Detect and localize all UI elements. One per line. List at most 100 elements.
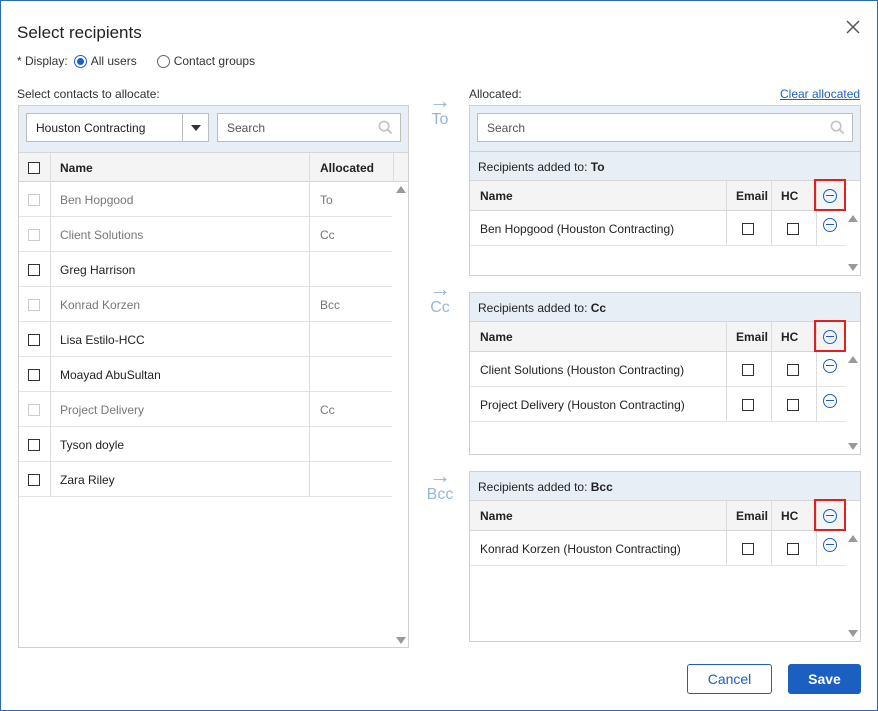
column-header-name[interactable]: Name [480,181,513,210]
table-row[interactable]: Tyson doyle [19,427,392,462]
column-header-name[interactable]: Name [480,322,513,351]
contacts-search-input[interactable]: Search [217,113,401,142]
allocated-toolbar: Search [469,105,861,151]
table-row: Ben Hopgood To [19,182,392,217]
radio-all-users[interactable] [73,54,87,68]
allocated-value: Cc [320,227,335,242]
arrow-right-icon: → [429,276,451,301]
contact-name: Moayad AbuSultan [60,367,161,382]
contact-name: Konrad Korzen [60,297,141,312]
column-header-allocated[interactable]: Allocated [320,153,374,182]
contacts-grid-header: Name Allocated [19,152,408,182]
arrow-right-icon: → [429,463,451,488]
column-header-email[interactable]: Email [736,501,768,530]
hc-checkbox[interactable] [787,542,799,555]
select-recipients-dialog: Select recipients * Display: All users C… [0,0,878,711]
column-header-hc[interactable]: HC [781,501,798,530]
hc-checkbox[interactable] [787,222,799,235]
section-type: To [590,160,605,174]
scroll-down-arrow-icon[interactable] [848,443,858,450]
table-row: Konrad Korzen Bcc [19,287,392,322]
table-row[interactable]: Lisa Estilo-HCC [19,322,392,357]
column-header-name[interactable]: Name [60,153,93,182]
column-header-email[interactable]: Email [736,322,768,351]
section-prefix: Recipients added to: [478,160,588,174]
recipients-to-section: Recipients added to: To Name Email HC Ben Ho… [469,151,861,276]
column-header-email[interactable]: Email [736,181,768,210]
table-row[interactable]: Moayad AbuSultan [19,357,392,392]
section-column-header: Name Email HC [470,499,846,531]
row-checkbox [28,193,40,206]
arrow-right-icon: → [429,88,451,113]
row-checkbox[interactable] [28,333,40,346]
company-select-value: Houston Contracting [36,121,146,135]
recipient-row: Client Solutions (Houston Contracting) [470,352,846,387]
row-checkbox[interactable] [28,263,40,276]
scroll-down-arrow-icon[interactable] [848,630,858,637]
section-column-header: Name Email HC [470,179,846,211]
hc-checkbox[interactable] [787,363,799,376]
row-checkbox[interactable] [28,368,40,381]
row-checkbox [28,298,40,311]
move-to-bcc-label: Bcc [426,486,454,503]
scroll-up-arrow-icon[interactable] [848,356,858,363]
remove-recipient-icon[interactable] [823,393,837,408]
move-to-bcc[interactable]: → Bcc [421,463,459,504]
email-checkbox[interactable] [742,363,754,376]
select-all-checkbox[interactable] [28,161,40,174]
scroll-up-arrow-icon[interactable] [848,215,858,222]
save-button[interactable]: Save [788,664,861,694]
remove-recipient-icon[interactable] [823,537,837,552]
hc-checkbox[interactable] [787,398,799,411]
row-checkbox[interactable] [28,473,40,486]
remove-recipient-icon[interactable] [823,358,837,373]
section-header: Recipients added to: Cc [470,293,860,322]
section-header: Recipients added to: To [470,152,860,181]
radio-contact-groups[interactable] [156,54,170,68]
contacts-panel: Houston Contracting Search Name Allocate… [18,105,409,648]
move-to-to-label: To [431,111,449,128]
recipient-name: Ben Hopgood (Houston Contracting) [480,221,675,236]
close-icon[interactable] [844,18,862,36]
recipient-row: Konrad Korzen (Houston Contracting) [470,531,846,566]
search-icon [830,120,845,135]
cancel-button[interactable]: Cancel [687,664,772,694]
search-placeholder: Search [487,121,526,135]
email-checkbox[interactable] [742,222,754,235]
email-checkbox[interactable] [742,398,754,411]
recipient-row: Ben Hopgood (Houston Contracting) [470,211,846,246]
section-type: Bcc [590,480,613,494]
email-checkbox[interactable] [742,542,754,555]
move-to-cc-label: Cc [430,299,450,316]
radio-contact-groups-label[interactable]: Contact groups [174,54,255,68]
chevron-down-icon[interactable] [182,114,208,141]
column-header-name[interactable]: Name [480,501,513,530]
table-row[interactable]: Zara Riley [19,462,392,497]
table-row: Client Solutions Cc [19,217,392,252]
scroll-up-arrow-icon[interactable] [848,535,858,542]
recipient-row: Project Delivery (Houston Contracting) [470,387,846,422]
column-header-hc[interactable]: HC [781,322,798,351]
section-prefix: Recipients added to: [478,480,588,494]
recipients-cc-section: Recipients added to: Cc Name Email HC Client… [469,292,861,455]
table-row[interactable]: Greg Harrison [19,252,392,287]
section-type: Cc [590,301,607,315]
row-checkbox [28,403,40,416]
move-to-cc[interactable]: → Cc [421,276,459,317]
scroll-down-arrow-icon[interactable] [848,264,858,271]
allocated-value: Cc [320,402,335,417]
table-row: Project Delivery Cc [19,392,392,427]
column-header-hc[interactable]: HC [781,181,798,210]
remove-recipient-icon[interactable] [823,217,837,232]
row-checkbox [28,228,40,241]
clear-allocated-link[interactable]: Clear allocated [780,87,860,101]
scroll-up-arrow-icon[interactable] [396,186,406,193]
row-checkbox[interactable] [28,438,40,451]
section-header: Recipients added to: Bcc [470,472,860,501]
scroll-down-arrow-icon[interactable] [396,637,406,644]
company-select[interactable]: Houston Contracting [26,113,209,142]
recipients-bcc-section: Recipients added to: Bcc Name Email HC Konra… [469,471,861,642]
allocated-search-input[interactable]: Search [477,113,853,142]
move-to-to[interactable]: → To [421,88,459,129]
radio-all-users-label[interactable]: All users [91,54,137,68]
